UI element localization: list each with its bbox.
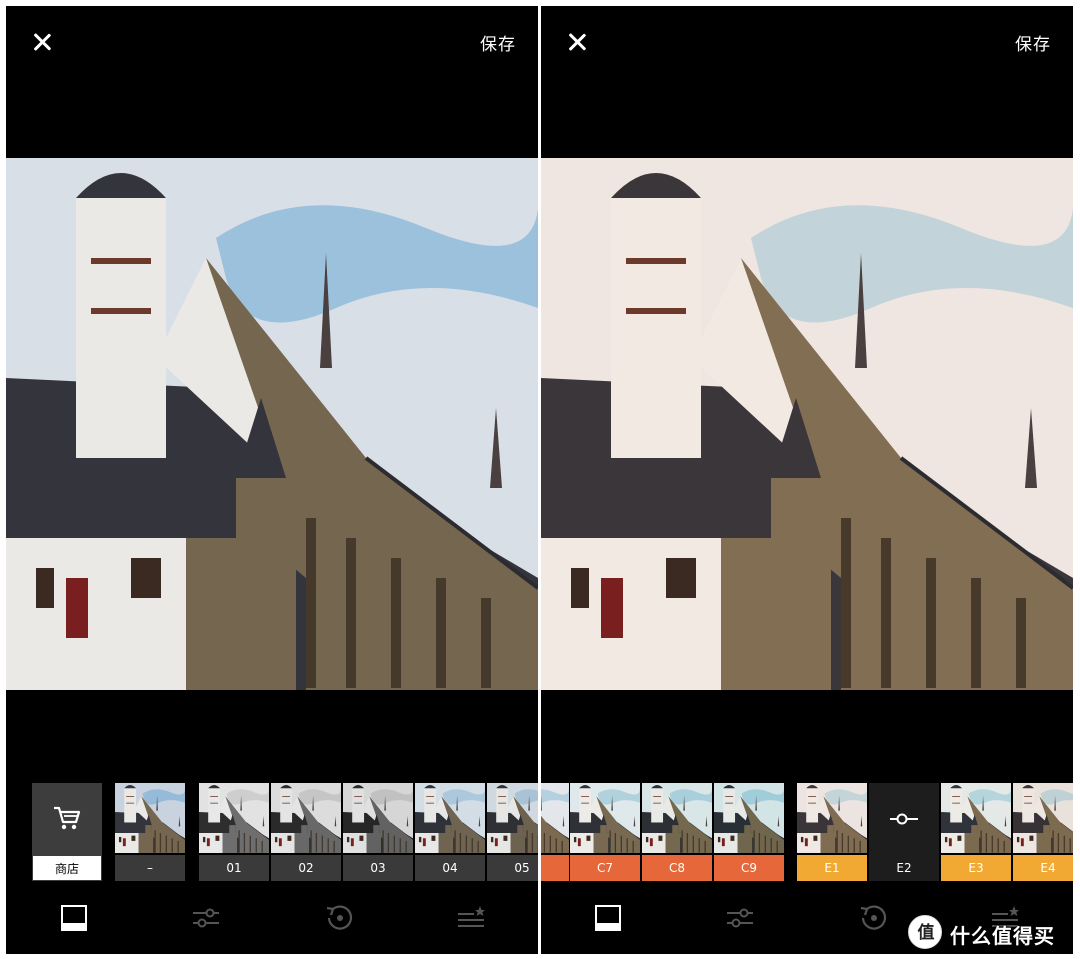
filter-label: 03 bbox=[343, 855, 413, 881]
watermark-badge: 值 bbox=[917, 923, 935, 943]
filter-thumb-original[interactable]: – bbox=[115, 783, 185, 881]
filter-label: – bbox=[115, 855, 185, 881]
filter-label: 05 bbox=[487, 855, 538, 881]
bottom-toolbar bbox=[6, 896, 538, 940]
filter-strip[interactable]: C7 C8 C9 E1 E2 E3 E4 bbox=[541, 783, 1073, 881]
filter-preview bbox=[343, 783, 413, 853]
filter-label: 商店 bbox=[32, 855, 102, 881]
photo-preview bbox=[6, 158, 538, 690]
filter-label: E4 bbox=[1013, 855, 1073, 881]
filter-preview bbox=[415, 783, 485, 853]
filter-thumb-c9[interactable]: C9 bbox=[714, 783, 784, 881]
filter-thumb-e3[interactable]: E3 bbox=[941, 783, 1011, 881]
filter-label: E2 bbox=[869, 855, 939, 881]
filter-thumb-04[interactable]: 04 bbox=[415, 783, 485, 881]
watermark-text: 什么值得买 bbox=[950, 924, 1055, 948]
filter-preview bbox=[1013, 783, 1073, 853]
filter-thumb-e2-selected[interactable]: E2 bbox=[869, 783, 939, 881]
shop-button[interactable]: 商店 bbox=[32, 783, 102, 881]
filter-preview bbox=[714, 783, 784, 853]
filter-label: C8 bbox=[642, 855, 712, 881]
filter-thumb-05[interactable]: 05 bbox=[487, 783, 538, 881]
filter-thumb-e1[interactable]: E1 bbox=[797, 783, 867, 881]
filter-label: 02 bbox=[271, 855, 341, 881]
filter-thumb-partial[interactable] bbox=[541, 783, 569, 881]
filter-preview bbox=[541, 783, 569, 853]
site-watermark: 值 什么值得买 bbox=[908, 912, 1078, 952]
cart-icon bbox=[54, 806, 81, 830]
filter-label: C7 bbox=[570, 855, 640, 881]
history-icon[interactable] bbox=[324, 904, 354, 932]
filter-thumb-c7[interactable]: C7 bbox=[570, 783, 640, 881]
filter-label: 04 bbox=[415, 855, 485, 881]
save-button[interactable]: 保存 bbox=[480, 30, 516, 55]
filter-label: E3 bbox=[941, 855, 1011, 881]
left-editor-screen: 保存 商店 – 01 02 03 04 05 bbox=[6, 6, 538, 954]
sliders-icon[interactable] bbox=[725, 904, 755, 932]
filter-strip[interactable]: 商店 – 01 02 03 04 05 bbox=[6, 783, 538, 881]
filter-label: C9 bbox=[714, 855, 784, 881]
save-button[interactable]: 保存 bbox=[1015, 30, 1051, 55]
photo-preview bbox=[541, 158, 1073, 690]
frame-icon[interactable] bbox=[593, 904, 623, 932]
sliders-icon[interactable] bbox=[191, 904, 221, 932]
filter-preview bbox=[941, 783, 1011, 853]
adjust-strength-icon bbox=[890, 813, 918, 825]
filter-label: 01 bbox=[199, 855, 269, 881]
filter-thumb-c8[interactable]: C8 bbox=[642, 783, 712, 881]
close-icon[interactable] bbox=[32, 32, 52, 52]
close-icon[interactable] bbox=[567, 32, 587, 52]
filter-thumb-e4[interactable]: E4 bbox=[1013, 783, 1073, 881]
filter-preview bbox=[797, 783, 867, 853]
filter-label bbox=[541, 855, 569, 881]
filter-thumb-01[interactable]: 01 bbox=[199, 783, 269, 881]
filter-preview bbox=[271, 783, 341, 853]
recipes-icon[interactable] bbox=[456, 904, 486, 932]
frame-icon[interactable] bbox=[59, 904, 89, 932]
filter-preview bbox=[570, 783, 640, 853]
right-editor-screen: 保存 C7 C8 C9 E1 E2 E3 E4 bbox=[541, 6, 1073, 954]
filter-preview bbox=[642, 783, 712, 853]
filter-thumb-02[interactable]: 02 bbox=[271, 783, 341, 881]
filter-preview bbox=[487, 783, 538, 853]
history-icon[interactable] bbox=[858, 904, 888, 932]
filter-thumb-03[interactable]: 03 bbox=[343, 783, 413, 881]
filter-preview bbox=[115, 783, 185, 853]
watermark-logo-icon: 值 bbox=[908, 915, 942, 949]
filter-label: E1 bbox=[797, 855, 867, 881]
filter-preview bbox=[199, 783, 269, 853]
